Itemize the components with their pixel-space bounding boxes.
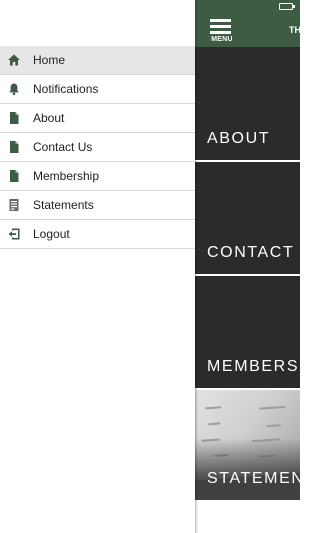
nav-item-label: Logout bbox=[33, 227, 70, 241]
tile-contact-us[interactable]: CONTACT U bbox=[195, 160, 300, 274]
nav-item-label: Statements bbox=[33, 198, 94, 212]
nav-item-logout[interactable]: Logout bbox=[0, 220, 195, 249]
app-title: TH bbox=[289, 25, 300, 35]
nav-item-label: Home bbox=[33, 53, 66, 67]
app-bar: MENU TH bbox=[195, 14, 300, 47]
nav-item-label: Notifications bbox=[33, 82, 99, 96]
home-icon bbox=[8, 54, 20, 66]
app-background: MENU TH ABOUT CONTACT U MEMBERSH STATEME… bbox=[195, 0, 300, 533]
status-bar bbox=[195, 0, 300, 14]
tile-statements[interactable]: STATEMEN bbox=[195, 388, 300, 500]
logout-icon bbox=[8, 228, 20, 240]
statement-icon bbox=[9, 199, 19, 211]
hamburger-icon bbox=[210, 19, 231, 22]
nav-item-label: Contact Us bbox=[33, 140, 93, 154]
nav-item-label: About bbox=[33, 111, 65, 125]
bell-icon bbox=[9, 83, 19, 96]
navigation-drawer: Home Notifications About Contact Us Memb… bbox=[0, 0, 195, 533]
nav-item-about[interactable]: About bbox=[0, 104, 195, 133]
nav-item-notifications[interactable]: Notifications bbox=[0, 75, 195, 104]
tile-about[interactable]: ABOUT bbox=[195, 47, 300, 160]
tile-membership[interactable]: MEMBERSH bbox=[195, 274, 300, 388]
nav-item-contact-us[interactable]: Contact Us bbox=[0, 133, 195, 162]
menu-label: MENU bbox=[211, 36, 233, 43]
nav-item-label: Membership bbox=[33, 169, 100, 183]
tile-label: ABOUT bbox=[207, 130, 271, 147]
tile-label: STATEMEN bbox=[207, 470, 300, 487]
tile-label: CONTACT U bbox=[207, 244, 300, 261]
document-icon bbox=[10, 112, 19, 124]
document-icon bbox=[10, 141, 19, 153]
battery-icon bbox=[279, 3, 295, 10]
nav-list: Home Notifications About Contact Us Memb… bbox=[0, 46, 195, 249]
nav-item-home[interactable]: Home bbox=[0, 46, 195, 75]
menu-button[interactable]: MENU bbox=[209, 18, 233, 44]
nav-item-membership[interactable]: Membership bbox=[0, 162, 195, 191]
document-icon bbox=[10, 170, 19, 182]
nav-item-statements[interactable]: Statements bbox=[0, 191, 195, 220]
tile-label: MEMBERSH bbox=[207, 358, 300, 375]
